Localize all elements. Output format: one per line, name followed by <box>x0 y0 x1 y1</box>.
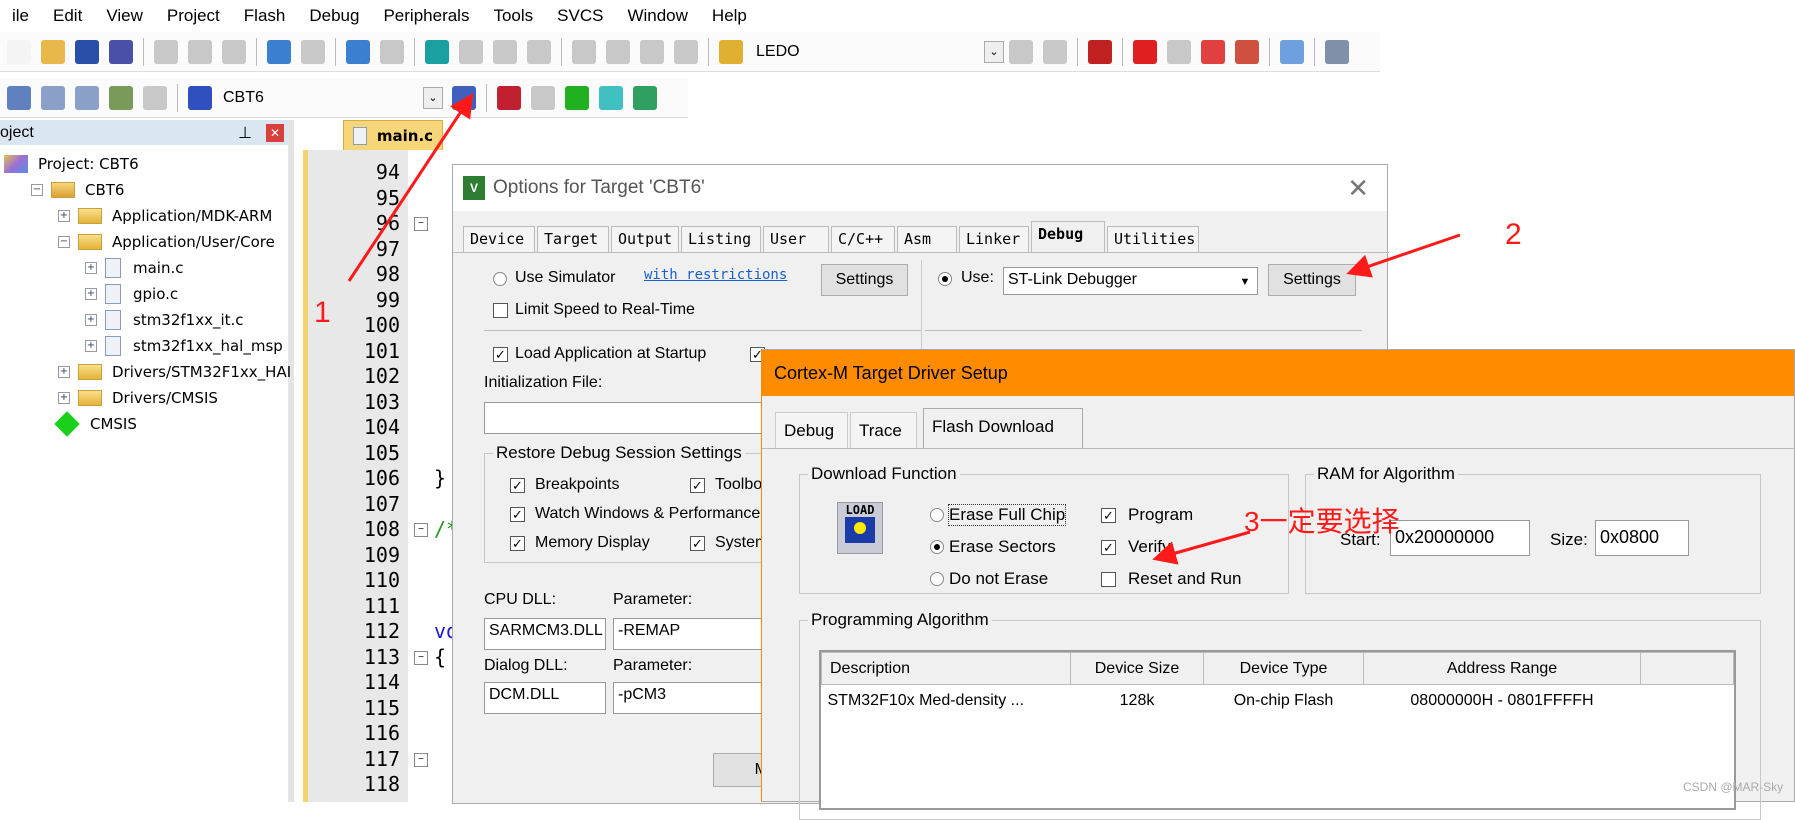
annotation-arrows <box>347 92 1461 565</box>
arrow-2 <box>1346 233 1461 278</box>
arrow-1 <box>347 92 474 282</box>
watermark: CSDN @MAR-Sky <box>1683 780 1784 794</box>
arrow-3 <box>1152 530 1251 565</box>
